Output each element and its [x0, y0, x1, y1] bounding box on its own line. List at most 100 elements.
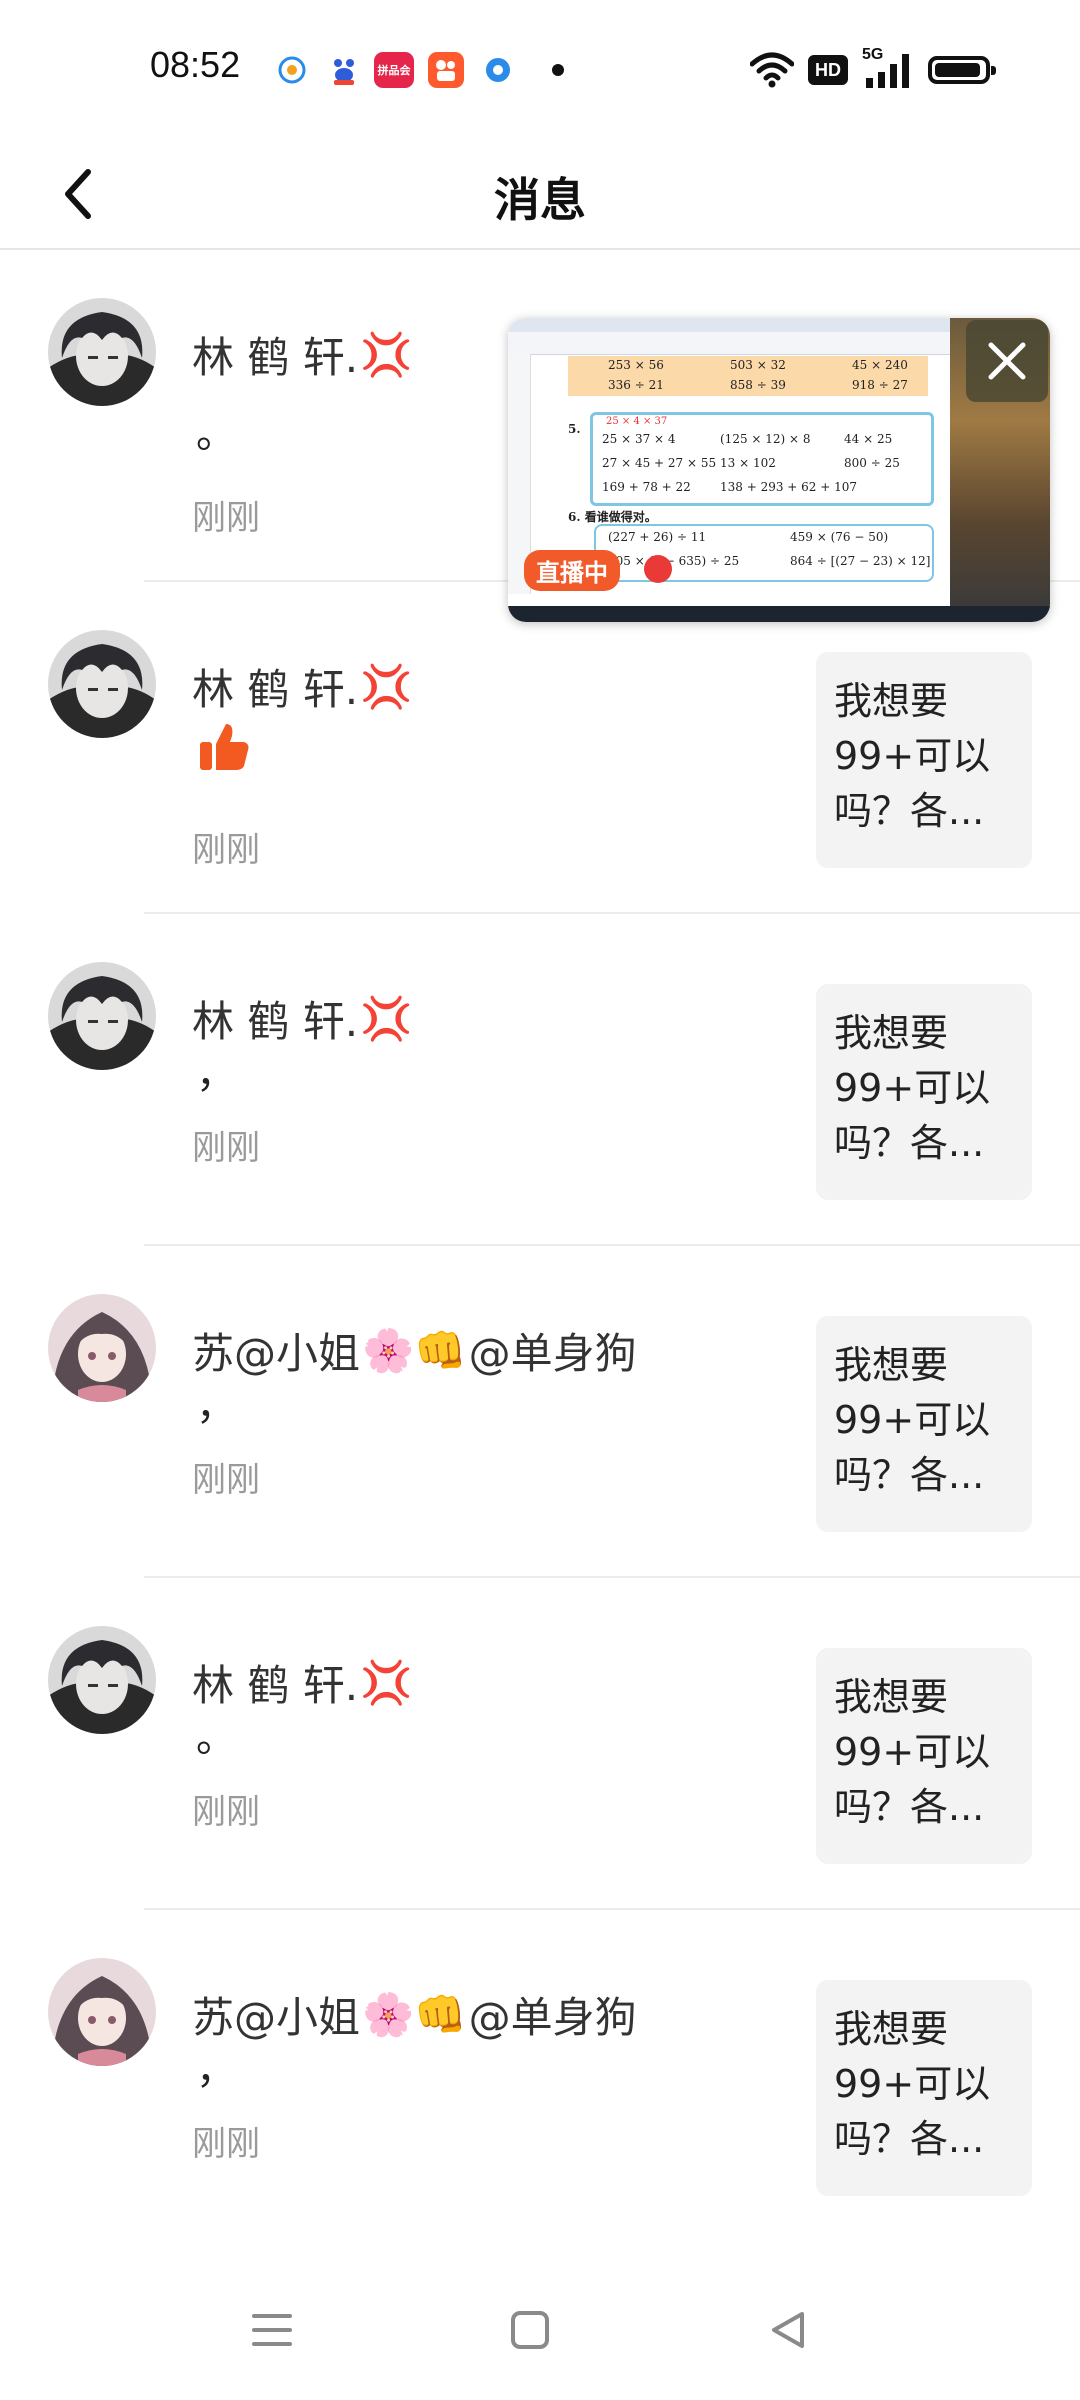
message-time: 刚刚 — [192, 498, 260, 538]
live-stream-window[interactable]: 253 × 56 503 × 32 45 × 240 336 ÷ 21 858 … — [508, 318, 1050, 622]
sender-name: 林 鹤 轩. 💢 — [192, 324, 412, 385]
pinduoduo-label: 拼品会 — [377, 63, 411, 77]
message-content: ， — [196, 1383, 236, 1429]
anger-emoji: 💢 — [360, 993, 413, 1043]
sender-name-text: 苏@小姐 — [192, 1993, 361, 2042]
ws-q5-note: 25 × 4 × 37 — [606, 416, 668, 427]
flower-fist-emoji: 🌸👊 — [362, 1989, 467, 2039]
ws-q5-row3-b: 138 + 293 + 62 + 107 — [720, 480, 858, 494]
page-title: 消息 — [494, 173, 586, 227]
weibo-notify-icon — [274, 52, 310, 88]
ws-q5-row2-a: 27 × 45 + 27 × 55 — [602, 456, 717, 470]
nav-back-button[interactable] — [758, 2300, 818, 2360]
message-preview[interactable]: 我想要99+可以吗？各... — [816, 1316, 1032, 1532]
message-content: 。 — [196, 1715, 236, 1761]
message-time: 刚刚 — [192, 2124, 260, 2164]
ws-q6-row1-a: (227 + 26) ÷ 11 — [608, 530, 707, 544]
battery-icon — [928, 56, 996, 84]
message-item[interactable]: 苏@小姐 🌸👊 @单身狗 ， 刚刚 我想要99+可以吗？各... — [0, 1910, 1080, 2242]
status-time: 08:52 — [150, 44, 241, 85]
pinduoduo-icon: 拼品会 — [374, 52, 414, 88]
ws-q5-row2-b: 13 × 102 — [720, 456, 776, 470]
message-time: 刚刚 — [192, 1460, 260, 1500]
hd-badge: HD — [808, 55, 848, 85]
ws-q5-row1-c: 44 × 25 — [844, 432, 893, 446]
header: 消息 — [0, 140, 1080, 250]
sender-name-suffix: @单身狗 — [468, 1329, 637, 1378]
flower-fist-emoji: 🌸👊 — [362, 1325, 467, 1375]
close-live-button[interactable] — [966, 320, 1048, 402]
ws-q6-label: 6. 看谁做得对。 — [568, 510, 657, 524]
message-time: 刚刚 — [192, 1128, 260, 1168]
ws-q5-row1-a: 25 × 37 × 4 — [602, 432, 676, 446]
sender-name-text: 林 鹤 轩. — [192, 997, 359, 1046]
sender-name-text: 林 鹤 轩. — [192, 333, 359, 382]
baidu-icon — [326, 52, 362, 88]
message-item[interactable]: 苏@小姐 🌸👊 @单身狗 ， 刚刚 我想要99+可以吗？各... — [0, 1246, 1080, 1578]
sender-name-text: 苏@小姐 — [192, 1329, 361, 1378]
wifi-icon — [750, 52, 794, 88]
ws-q5-label: 5. — [568, 422, 581, 436]
close-icon — [988, 342, 1026, 380]
signal-icon: 5G — [862, 46, 914, 90]
message-content: ， — [196, 1051, 236, 1097]
menu-icon — [252, 2314, 292, 2346]
status-bar: 08:52 拼品会 HD 5G — [0, 0, 1080, 140]
browser-tabs-bar — [508, 318, 950, 332]
ws-row1-a: 253 × 56 — [608, 358, 664, 372]
live-indicator-dot — [644, 555, 672, 583]
live-badge: 直播中 — [524, 550, 620, 591]
sender-name-text: 林 鹤 轩. — [192, 1661, 359, 1710]
app-toolbar — [508, 332, 950, 355]
system-nav-bar — [0, 2270, 1080, 2400]
ws-q5-row1-b: (125 × 12) × 8 — [720, 432, 811, 446]
sender-name: 苏@小姐 🌸👊 @单身狗 — [192, 1984, 637, 2045]
message-content: 。 — [196, 411, 236, 457]
ws-row2-a: 336 ÷ 21 — [608, 378, 664, 392]
sender-name: 林 鹤 轩. 💢 — [192, 656, 412, 717]
anger-emoji: 💢 — [360, 661, 413, 711]
message-item[interactable]: 林 鹤 轩. 💢 ， 刚刚 我想要99+可以吗？各... — [0, 914, 1080, 1246]
message-preview[interactable]: 我想要99+可以吗？各... — [816, 1980, 1032, 2196]
ws-q6-row1-b: 459 × (76 − 50) — [790, 530, 889, 544]
message-content — [196, 718, 252, 785]
avatar[interactable] — [48, 1294, 156, 1402]
browser-icon — [480, 52, 516, 88]
anger-emoji: 💢 — [360, 329, 413, 379]
message-item[interactable]: 林 鹤 轩. 💢 。 刚刚 我想要99+可以吗？各... — [0, 1578, 1080, 1910]
ws-q5-row2-c: 800 ÷ 25 — [844, 456, 900, 470]
sender-name-suffix: @单身狗 — [468, 1993, 637, 2042]
message-preview[interactable]: 我想要99+可以吗？各... — [816, 984, 1032, 1200]
menu-button[interactable] — [242, 2300, 302, 2360]
sender-name-text: 林 鹤 轩. — [192, 665, 359, 714]
avatar[interactable] — [48, 962, 156, 1070]
battery-level — [935, 63, 981, 77]
message-item[interactable]: 林 鹤 轩. 💢 刚刚 我想要99+可以吗？各... — [0, 582, 1080, 914]
home-button[interactable] — [500, 2300, 560, 2360]
live-taskbar — [508, 606, 1050, 622]
avatar[interactable] — [48, 1626, 156, 1734]
avatar[interactable] — [48, 1958, 156, 2066]
ws-q6-row2-b: 864 ÷ [(27 − 23) × 12] — [790, 554, 931, 568]
anger-emoji: 💢 — [360, 1657, 413, 1707]
sender-name: 林 鹤 轩. 💢 — [192, 1652, 412, 1713]
avatar[interactable] — [48, 630, 156, 738]
ws-row1-c: 45 × 240 — [852, 358, 908, 372]
message-preview[interactable]: 我想要99+可以吗？各... — [816, 652, 1032, 868]
ws-q6-row2-a: 105 × (1 − 635) ÷ 25 — [608, 554, 740, 568]
ws-row2-b: 858 ÷ 39 — [730, 378, 786, 392]
message-preview[interactable]: 我想要99+可以吗？各... — [816, 1648, 1032, 1864]
ws-row1-b: 503 × 32 — [730, 358, 786, 372]
sender-name: 苏@小姐 🌸👊 @单身狗 — [192, 1320, 637, 1381]
message-content: ， — [196, 2047, 236, 2093]
ws-row2-c: 918 ÷ 27 — [852, 378, 908, 392]
message-time: 刚刚 — [192, 830, 260, 870]
ws-q5-row3-a: 169 + 78 + 22 — [602, 480, 691, 494]
back-triangle-icon — [772, 2312, 804, 2348]
message-time: 刚刚 — [192, 1792, 260, 1832]
home-square-icon — [511, 2311, 549, 2349]
avatar[interactable] — [48, 298, 156, 406]
thumbs-up-icon — [196, 718, 252, 785]
system-icons: HD 5G — [750, 46, 996, 90]
kuaishou-icon — [428, 52, 464, 88]
